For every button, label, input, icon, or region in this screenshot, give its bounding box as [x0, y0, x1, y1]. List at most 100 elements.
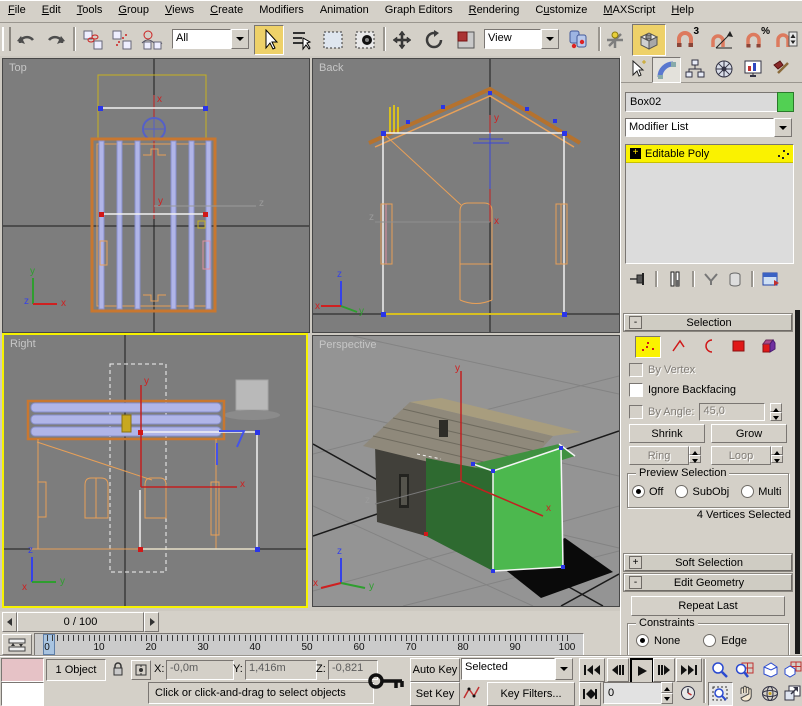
menu-customize[interactable]: Customize — [527, 0, 595, 20]
tab-modify[interactable] — [652, 57, 681, 83]
modifier-list-arrow[interactable] — [774, 118, 792, 137]
coordsys-arrow[interactable] — [541, 29, 559, 49]
play-button[interactable] — [630, 658, 654, 684]
object-color-swatch[interactable] — [777, 92, 794, 112]
toolbar-drag-handle[interactable] — [2, 27, 11, 51]
previous-frame-button[interactable] — [607, 658, 629, 682]
border-subobject-button[interactable] — [697, 336, 721, 356]
repeat-last-button[interactable]: Repeat Last — [631, 596, 785, 616]
reference-coordsys-combo[interactable]: View — [484, 29, 559, 49]
viewport-back-label[interactable]: Back — [319, 62, 343, 74]
spinner-snap-button[interactable] — [774, 26, 800, 53]
configure-modifier-sets-button[interactable] — [758, 269, 784, 289]
make-unique-button[interactable] — [699, 269, 723, 289]
angle-snap-button[interactable] — [705, 26, 736, 53]
select-and-rotate-button[interactable] — [420, 26, 448, 53]
soft-selection-rollout-header[interactable]: + Soft Selection — [623, 553, 793, 572]
time-configuration-button[interactable] — [678, 682, 698, 704]
by-vertex-checkbox[interactable] — [629, 363, 643, 377]
ring-button[interactable]: Ring — [629, 446, 689, 465]
menu-graph-editors[interactable]: Graph Editors — [377, 0, 461, 20]
preview-multi-radio[interactable] — [741, 485, 755, 498]
zoom-all-button[interactable] — [733, 658, 756, 680]
menu-rendering[interactable]: Rendering — [461, 0, 528, 20]
pan-button[interactable] — [733, 682, 756, 704]
grow-button[interactable]: Grow — [711, 424, 787, 443]
time-slider-next-button[interactable] — [144, 612, 159, 632]
arc-rotate-button[interactable] — [758, 682, 781, 704]
tab-utilities[interactable] — [768, 57, 795, 81]
snap-3d-button[interactable]: 3 — [670, 26, 701, 53]
key-filter-scope-combo[interactable]: Selected — [461, 658, 573, 680]
ignore-backfacing-checkbox[interactable] — [629, 383, 643, 397]
key-filters-button[interactable]: Key Filters... — [487, 682, 575, 706]
maxscript-listener-pink[interactable] — [1, 658, 44, 682]
tab-create[interactable] — [623, 57, 650, 81]
x-field[interactable]: -0,0m — [166, 660, 234, 680]
menu-group[interactable]: Group — [110, 0, 157, 20]
panel-scrollbar[interactable] — [795, 310, 800, 654]
modifier-stack[interactable]: + Editable Poly — [625, 144, 794, 264]
viewport-right[interactable]: Right y x z x y — [2, 333, 308, 608]
collapse-icon[interactable]: - — [629, 316, 642, 329]
tab-hierarchy[interactable] — [681, 57, 708, 81]
bind-to-spacewarp-button[interactable] — [137, 26, 166, 53]
zoom-extents-button[interactable] — [758, 658, 781, 680]
select-by-name-button[interactable] — [287, 26, 315, 53]
by-vertex-row[interactable]: By Vertex — [629, 363, 695, 377]
time-slider-handle[interactable]: 0 / 100 — [17, 612, 144, 632]
unlink-selection-button[interactable] — [108, 26, 135, 53]
loop-spinner[interactable] — [771, 446, 783, 463]
edge-subobject-button[interactable] — [667, 336, 691, 356]
rectangular-selection-region-button[interactable] — [318, 26, 347, 53]
preview-off-radio[interactable] — [632, 485, 645, 498]
use-pivot-point-button[interactable] — [563, 26, 593, 53]
menu-edit[interactable]: Edit — [34, 0, 69, 20]
time-slider-prev-button[interactable] — [2, 612, 17, 632]
maxscript-listener-white[interactable] — [1, 682, 44, 706]
absolute-mode-button[interactable] — [131, 660, 151, 680]
menu-tools[interactable]: Tools — [69, 0, 111, 20]
select-and-scale-button[interactable] — [452, 26, 480, 53]
select-and-manipulate-button[interactable] — [602, 26, 628, 53]
auto-key-button[interactable]: Auto Key — [410, 658, 460, 682]
remove-modifier-button[interactable] — [723, 269, 747, 289]
viewport-perspective[interactable]: Perspective y x z z x y — [312, 335, 620, 607]
zoom-extents-all-button[interactable] — [783, 658, 802, 680]
menu-animation[interactable]: Animation — [312, 0, 377, 20]
select-and-link-button[interactable] — [79, 26, 106, 53]
edit-geometry-rollout-header[interactable]: - Edit Geometry — [623, 573, 793, 592]
constraint-edge-radio[interactable] — [703, 634, 717, 647]
select-and-move-button[interactable] — [388, 26, 416, 53]
next-frame-button[interactable] — [653, 658, 675, 682]
open-mini-curve-editor-button[interactable] — [2, 634, 32, 655]
key-filter-scope-arrow[interactable] — [555, 658, 573, 680]
ignore-backfacing-row[interactable]: Ignore Backfacing — [629, 383, 736, 397]
undo-button[interactable] — [12, 26, 39, 53]
percent-snap-button[interactable]: % — [740, 26, 771, 53]
track-ruler[interactable]: 0 10 20 30 40 50 60 70 80 90 100 — [34, 633, 584, 656]
pin-stack-button[interactable] — [625, 269, 651, 289]
modifier-list-combo[interactable]: Modifier List — [625, 118, 792, 137]
selection-filter-arrow[interactable] — [231, 29, 249, 49]
min-max-toggle-button[interactable] — [783, 682, 802, 704]
expand-icon[interactable]: + — [629, 556, 642, 569]
constraint-none-radio[interactable] — [636, 634, 649, 647]
viewport-top-label[interactable]: Top — [9, 62, 27, 74]
object-name-field[interactable]: Box02 — [625, 92, 779, 112]
set-keys-big-button[interactable] — [366, 660, 408, 702]
redo-button[interactable] — [42, 26, 69, 53]
show-end-result-button[interactable] — [662, 269, 688, 289]
viewport-right-label[interactable]: Right — [10, 338, 36, 350]
menu-modifiers[interactable]: Modifiers — [251, 0, 312, 20]
loop-button[interactable]: Loop — [711, 446, 771, 465]
viewport-perspective-label[interactable]: Perspective — [319, 339, 376, 351]
by-angle-spinner[interactable] — [770, 403, 783, 421]
menu-file[interactable]: File — [0, 0, 34, 20]
window-crossing-toggle-button[interactable] — [350, 26, 379, 53]
menu-views[interactable]: Views — [157, 0, 202, 20]
by-angle-field[interactable]: 45,0 — [699, 403, 766, 421]
vertex-subobject-button[interactable] — [635, 336, 661, 358]
viewport-top[interactable]: Top x y z y z x — [2, 58, 310, 333]
y-field[interactable]: 1,416m — [245, 660, 317, 680]
